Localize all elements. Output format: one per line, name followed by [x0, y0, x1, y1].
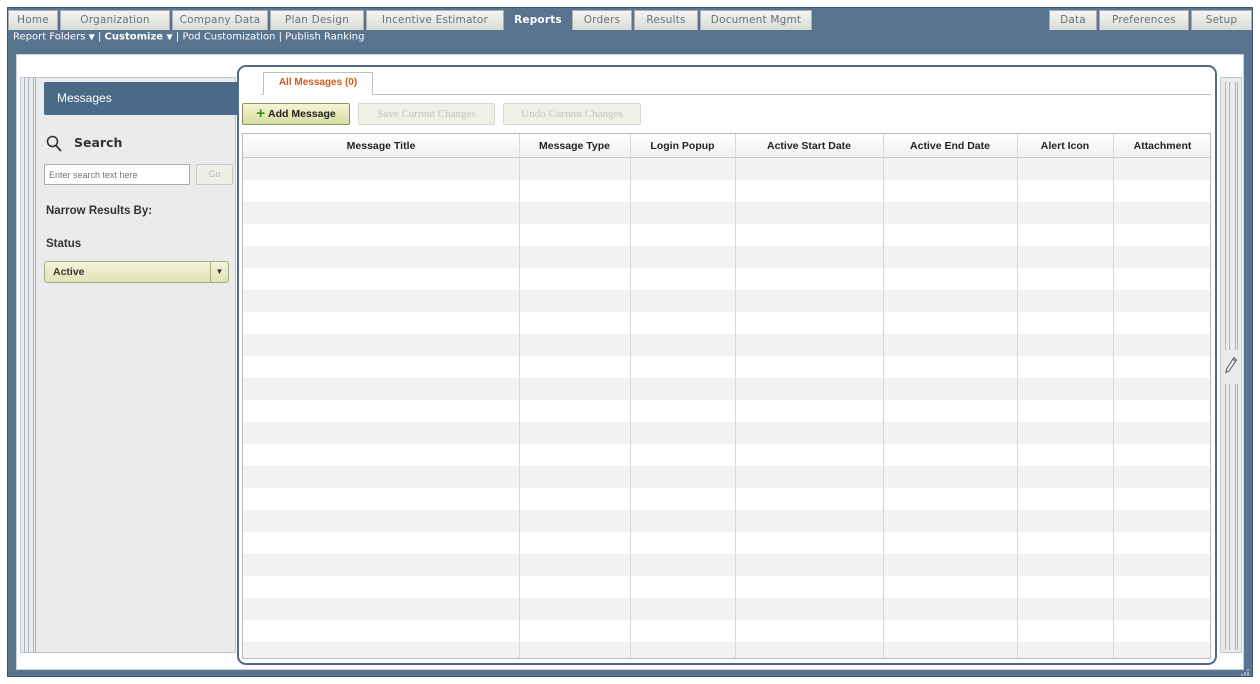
table-row	[243, 576, 1210, 598]
tab-setup[interactable]: Setup	[1191, 10, 1252, 30]
table-row	[243, 554, 1210, 576]
tab-preferences[interactable]: Preferences	[1099, 10, 1189, 30]
table-row	[243, 268, 1210, 290]
tab-company-data[interactable]: Company Data	[172, 10, 268, 30]
column-header-active-end-date[interactable]: Active End Date	[883, 134, 1017, 158]
column-header-login-popup[interactable]: Login Popup	[630, 134, 735, 158]
search-label: Search	[74, 135, 123, 150]
undo-changes-button[interactable]: Undo Current Changes	[503, 103, 641, 125]
rail-lines	[1225, 82, 1238, 350]
tab-reports[interactable]: Reports	[506, 10, 570, 30]
chevron-down-icon: ▼	[210, 262, 228, 282]
grid-header: Message Title Message Type Login Popup A…	[243, 134, 1210, 158]
status-select-value: Active	[53, 266, 85, 278]
search-input[interactable]	[44, 164, 190, 185]
tab-document-mgmt[interactable]: Document Mgmt	[700, 10, 812, 30]
search-icon	[46, 135, 62, 152]
table-row	[243, 180, 1210, 202]
column-divider	[1017, 134, 1018, 658]
table-row	[243, 158, 1210, 180]
table-row	[243, 488, 1210, 510]
narrow-results-label: Narrow Results By:	[46, 205, 153, 217]
chevron-down-icon: ▼	[166, 32, 173, 41]
tab-plan-design[interactable]: Plan Design	[270, 10, 364, 30]
add-message-label: Add Message	[268, 108, 336, 120]
table-row	[243, 466, 1210, 488]
plus-icon: +	[256, 105, 266, 122]
column-header-message-title[interactable]: Message Title	[243, 134, 519, 158]
column-divider	[883, 134, 884, 658]
table-row	[243, 202, 1210, 224]
rail-lines	[1225, 384, 1238, 650]
table-row	[243, 312, 1210, 334]
table-row	[243, 290, 1210, 312]
sub-navigation: Report Folders ▼ | Customize ▼ | Pod Cus…	[13, 31, 713, 45]
tab-data[interactable]: Data	[1049, 10, 1097, 30]
subnav-separator: |	[175, 31, 180, 43]
table-row	[243, 400, 1210, 422]
chevron-down-icon: ▼	[88, 32, 95, 41]
column-divider	[735, 134, 736, 658]
column-header-alert-icon[interactable]: Alert Icon	[1017, 134, 1113, 158]
table-row	[243, 444, 1210, 466]
tab-all-messages[interactable]: All Messages (0)	[263, 72, 373, 95]
add-message-button[interactable]: + Add Message	[242, 103, 350, 125]
column-divider	[519, 134, 520, 658]
table-row	[243, 246, 1210, 268]
table-row	[243, 532, 1210, 554]
messages-header: Messages	[44, 82, 240, 115]
customize-menu[interactable]: Customize ▼	[105, 31, 173, 43]
report-folders-menu[interactable]: Report Folders ▼	[13, 31, 95, 43]
table-row	[243, 224, 1210, 246]
tab-incentive-estimator[interactable]: Incentive Estimator	[366, 10, 504, 30]
save-changes-button[interactable]: Save Current Changes	[358, 103, 495, 125]
resize-grip-icon[interactable]	[1240, 668, 1250, 676]
publish-ranking-link[interactable]: Publish Ranking	[285, 31, 364, 42]
column-divider	[1113, 134, 1114, 658]
table-row	[243, 378, 1210, 400]
subnav-separator: |	[97, 31, 102, 43]
collapse-rail[interactable]	[24, 77, 36, 653]
tab-strip	[261, 72, 1211, 95]
tab-home[interactable]: Home	[8, 10, 58, 30]
status-select[interactable]: Active ▼	[44, 261, 229, 283]
table-row	[243, 620, 1210, 642]
column-divider	[630, 134, 631, 658]
top-navigation: Home Organization Company Data Plan Desi…	[8, 10, 1252, 30]
column-header-attachment[interactable]: Attachment	[1113, 134, 1210, 158]
table-row	[243, 422, 1210, 444]
subnav-separator: |	[278, 31, 282, 43]
tab-results[interactable]: Results	[634, 10, 698, 30]
table-row	[243, 510, 1210, 532]
messages-grid: Message Title Message Type Login Popup A…	[242, 133, 1211, 659]
status-label: Status	[46, 238, 82, 250]
table-row	[243, 334, 1210, 356]
tab-organization[interactable]: Organization	[60, 10, 170, 30]
tab-orders[interactable]: Orders	[572, 10, 632, 30]
go-button[interactable]: Go	[196, 164, 233, 185]
pencil-icon[interactable]	[1224, 356, 1238, 374]
table-row	[243, 642, 1210, 658]
table-row	[243, 598, 1210, 620]
pod-customization-link[interactable]: Pod Customization	[182, 31, 275, 42]
column-header-message-type[interactable]: Message Type	[519, 134, 630, 158]
table-row	[243, 356, 1210, 378]
column-header-active-start-date[interactable]: Active Start Date	[735, 134, 883, 158]
